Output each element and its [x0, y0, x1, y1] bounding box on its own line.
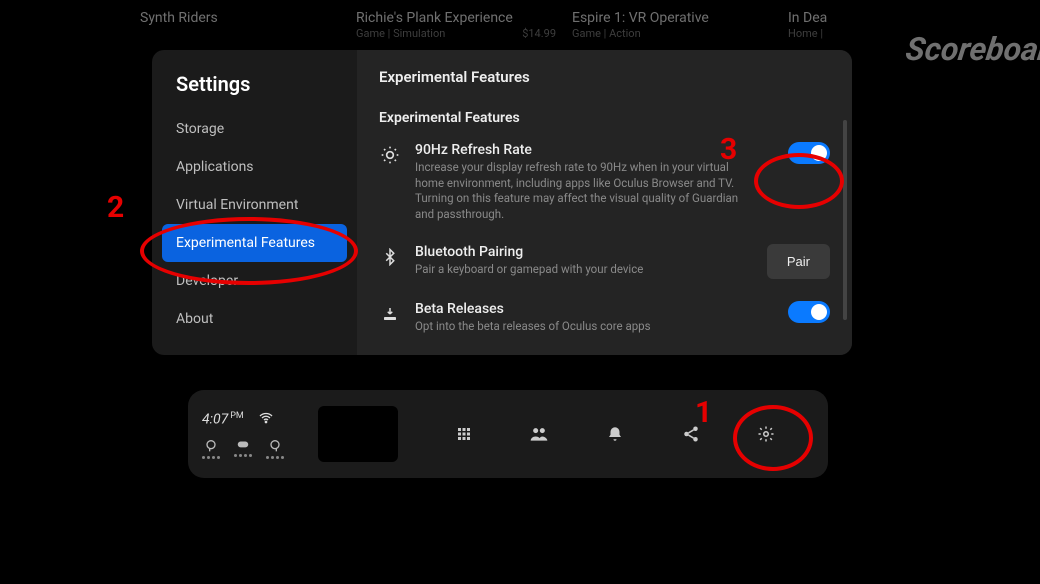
refresh-rate-toggle[interactable]: [788, 142, 830, 164]
feature-description: Increase your display refresh rate to 90…: [415, 160, 755, 222]
feature-description: Pair a keyboard or gamepad with your dev…: [415, 262, 753, 278]
page-title: Experimental Features: [379, 68, 830, 86]
feature-name: Beta Releases: [415, 301, 774, 317]
bell-icon[interactable]: [603, 422, 627, 446]
store-tile: Espire 1: VR Operative Game | Action: [572, 8, 772, 40]
tile-title: Synth Riders: [140, 10, 340, 26]
people-icon[interactable]: [527, 422, 551, 446]
settings-panel: Settings Storage Applications Virtual En…: [152, 50, 852, 355]
store-tile: In Dea Home |: [788, 8, 908, 40]
store-tile: Synth Riders: [140, 8, 340, 40]
tile-title: In Dea: [788, 10, 908, 26]
wifi-icon[interactable]: [258, 410, 274, 430]
beta-releases-toggle[interactable]: [788, 301, 830, 323]
download-icon: [379, 303, 401, 325]
sidebar-item-virtual-environment[interactable]: Virtual Environment: [152, 186, 357, 224]
scoreboard-text: Scoreboar: [904, 30, 1040, 68]
feature-row-bluetooth: Bluetooth Pairing Pair a keyboard or gam…: [379, 244, 830, 279]
feature-row-beta: Beta Releases Opt into the beta releases…: [379, 301, 830, 335]
settings-sidebar: Settings Storage Applications Virtual En…: [152, 50, 357, 355]
feature-row-refresh-rate: 90Hz Refresh Rate Increase your display …: [379, 142, 830, 222]
left-controller-icon: [202, 438, 220, 459]
profile-tile[interactable]: [318, 406, 398, 462]
feature-name: Bluetooth Pairing: [415, 244, 753, 260]
sidebar-item-experimental-features[interactable]: Experimental Features: [162, 224, 347, 262]
sidebar-item-storage[interactable]: Storage: [152, 110, 357, 148]
headset-icon: [234, 438, 252, 459]
dock-status-area: 4:07PM: [202, 410, 312, 459]
bluetooth-icon: [379, 246, 401, 268]
sidebar-item-applications[interactable]: Applications: [152, 148, 357, 186]
annotation-label-1: 1: [695, 395, 712, 430]
right-controller-icon: [266, 438, 284, 459]
background-store-shelf: Synth Riders Richie's Plank Experience G…: [140, 8, 1040, 40]
feature-description: Opt into the beta releases of Oculus cor…: [415, 319, 755, 335]
apps-icon[interactable]: [452, 422, 476, 446]
annotation-label-2: 2: [107, 190, 124, 225]
system-dock: 4:07PM: [188, 390, 828, 478]
settings-content: Experimental Features Experimental Featu…: [357, 50, 852, 355]
settings-title: Settings: [152, 72, 357, 110]
clock: 4:07PM: [202, 411, 244, 428]
scrollbar[interactable]: [843, 120, 847, 320]
store-tile: Richie's Plank Experience Game | Simulat…: [356, 8, 556, 40]
tile-price: $14.99: [522, 27, 556, 40]
tile-subtitle: Game | Simulation: [356, 27, 445, 40]
dock-nav: [416, 422, 814, 446]
sidebar-item-about[interactable]: About: [152, 300, 357, 338]
sidebar-item-developer[interactable]: Developer: [152, 262, 357, 300]
tile-subtitle: Game | Action: [572, 27, 641, 40]
tile-subtitle: Home |: [788, 27, 823, 40]
brightness-icon: [379, 144, 401, 166]
section-title: Experimental Features: [379, 110, 830, 126]
annotation-label-3: 3: [720, 132, 737, 167]
gear-icon[interactable]: [754, 422, 778, 446]
tile-title: Richie's Plank Experience: [356, 10, 556, 26]
bluetooth-pair-button[interactable]: Pair: [767, 244, 830, 279]
tile-title: Espire 1: VR Operative: [572, 10, 772, 26]
